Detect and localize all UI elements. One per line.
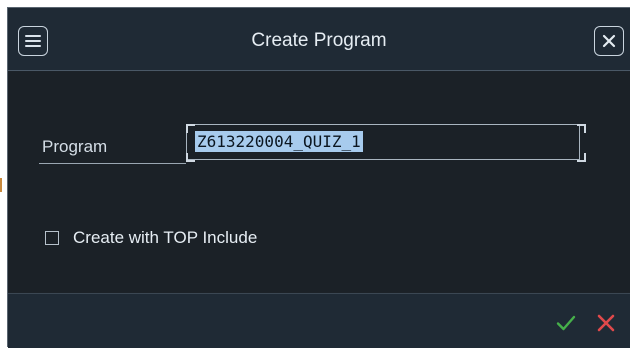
dialog-title: Create Program <box>251 30 387 51</box>
left-edge-strip <box>0 0 7 347</box>
program-input-value[interactable]: Z613220004_QUIZ_1 <box>195 131 363 152</box>
create-program-dialog: Create Program Program Z613220004_QUIZ_1… <box>7 7 630 348</box>
dialog-title-bar: Create Program <box>8 8 630 71</box>
close-icon <box>602 34 616 48</box>
cancel-x-icon <box>597 314 615 332</box>
dialog-content: Program Z613220004_QUIZ_1 Create with TO… <box>8 72 630 292</box>
program-input[interactable]: Z613220004_QUIZ_1 <box>186 124 586 162</box>
checkmark-icon <box>556 315 576 331</box>
top-include-label[interactable]: Create with TOP Include <box>73 228 257 248</box>
program-label: Program <box>42 137 108 156</box>
edge-marker <box>0 178 2 192</box>
program-label-underline <box>39 163 186 164</box>
cancel-button[interactable] <box>594 311 618 335</box>
close-button[interactable] <box>594 26 624 56</box>
dialog-footer <box>8 293 630 348</box>
top-include-checkbox[interactable] <box>45 231 59 245</box>
confirm-button[interactable] <box>554 311 578 335</box>
